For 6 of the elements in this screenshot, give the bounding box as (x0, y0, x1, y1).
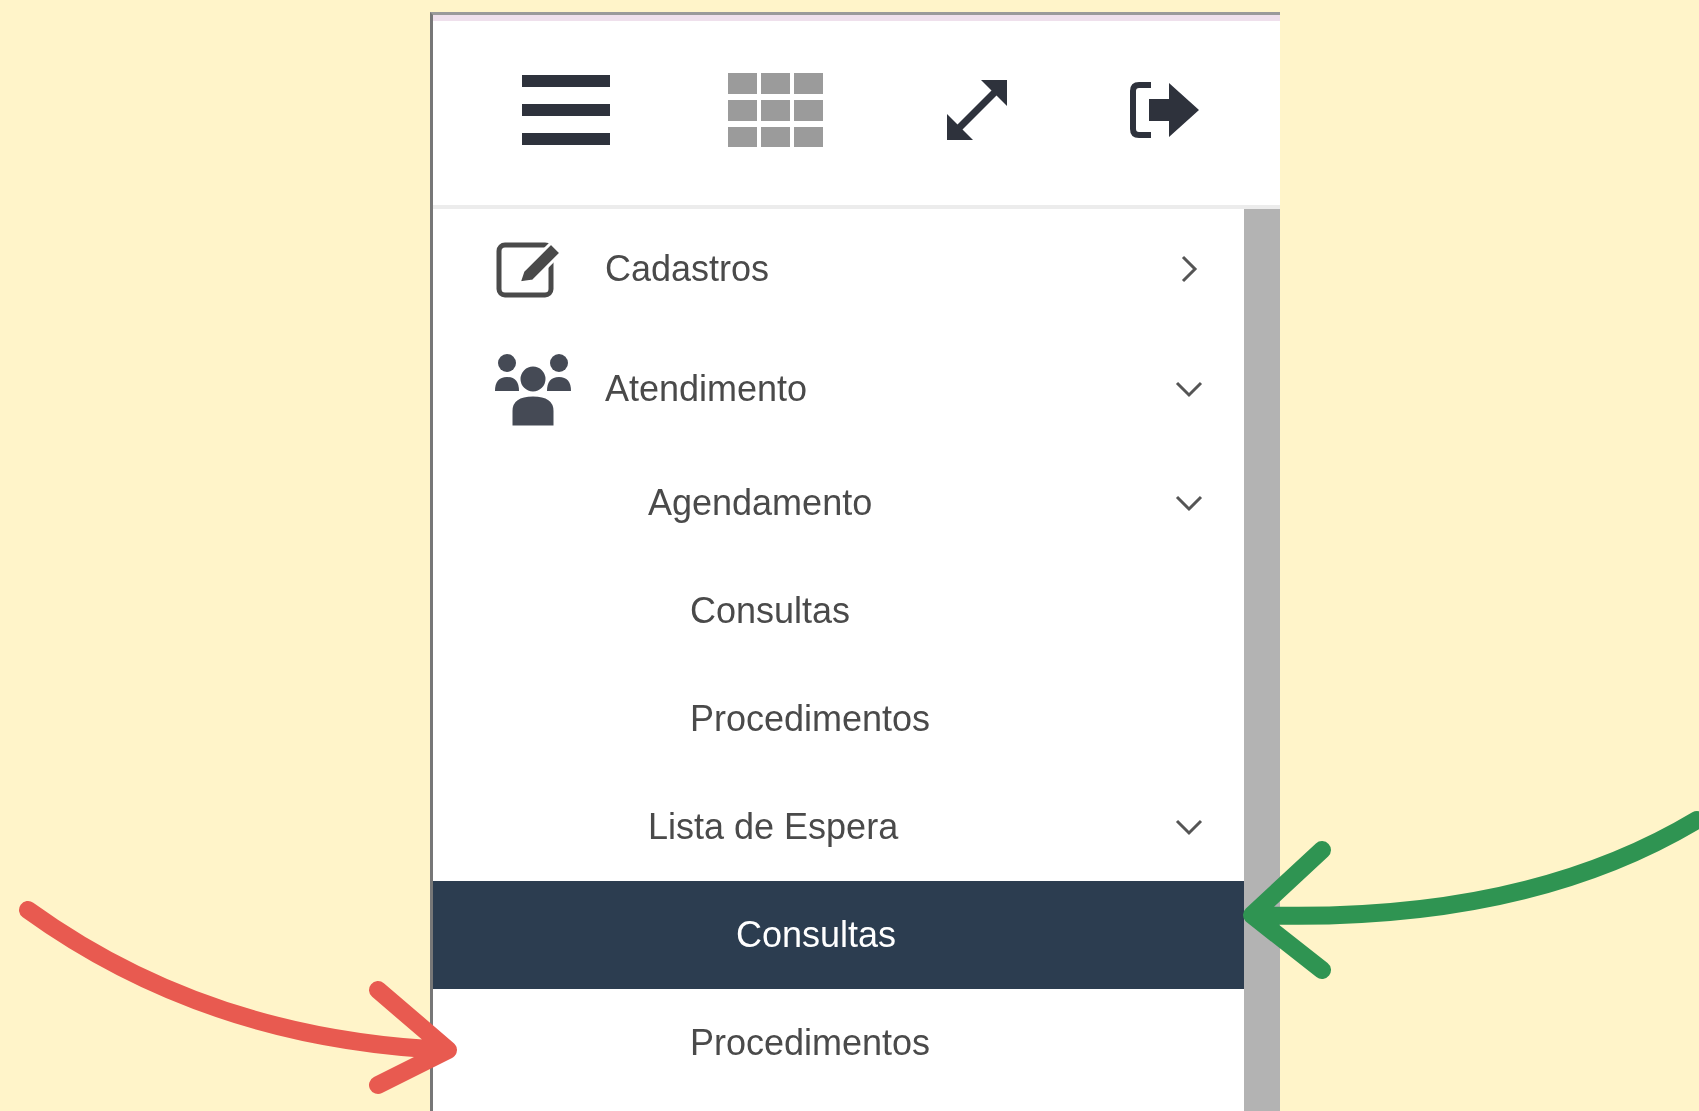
scrollbar[interactable] (1244, 209, 1280, 1111)
users-icon (493, 351, 573, 427)
grid-icon[interactable] (728, 73, 825, 147)
menu-icon[interactable] (522, 75, 611, 145)
menu-item[interactable]: Consultas (433, 881, 1244, 989)
logout-icon[interactable] (1128, 79, 1201, 141)
